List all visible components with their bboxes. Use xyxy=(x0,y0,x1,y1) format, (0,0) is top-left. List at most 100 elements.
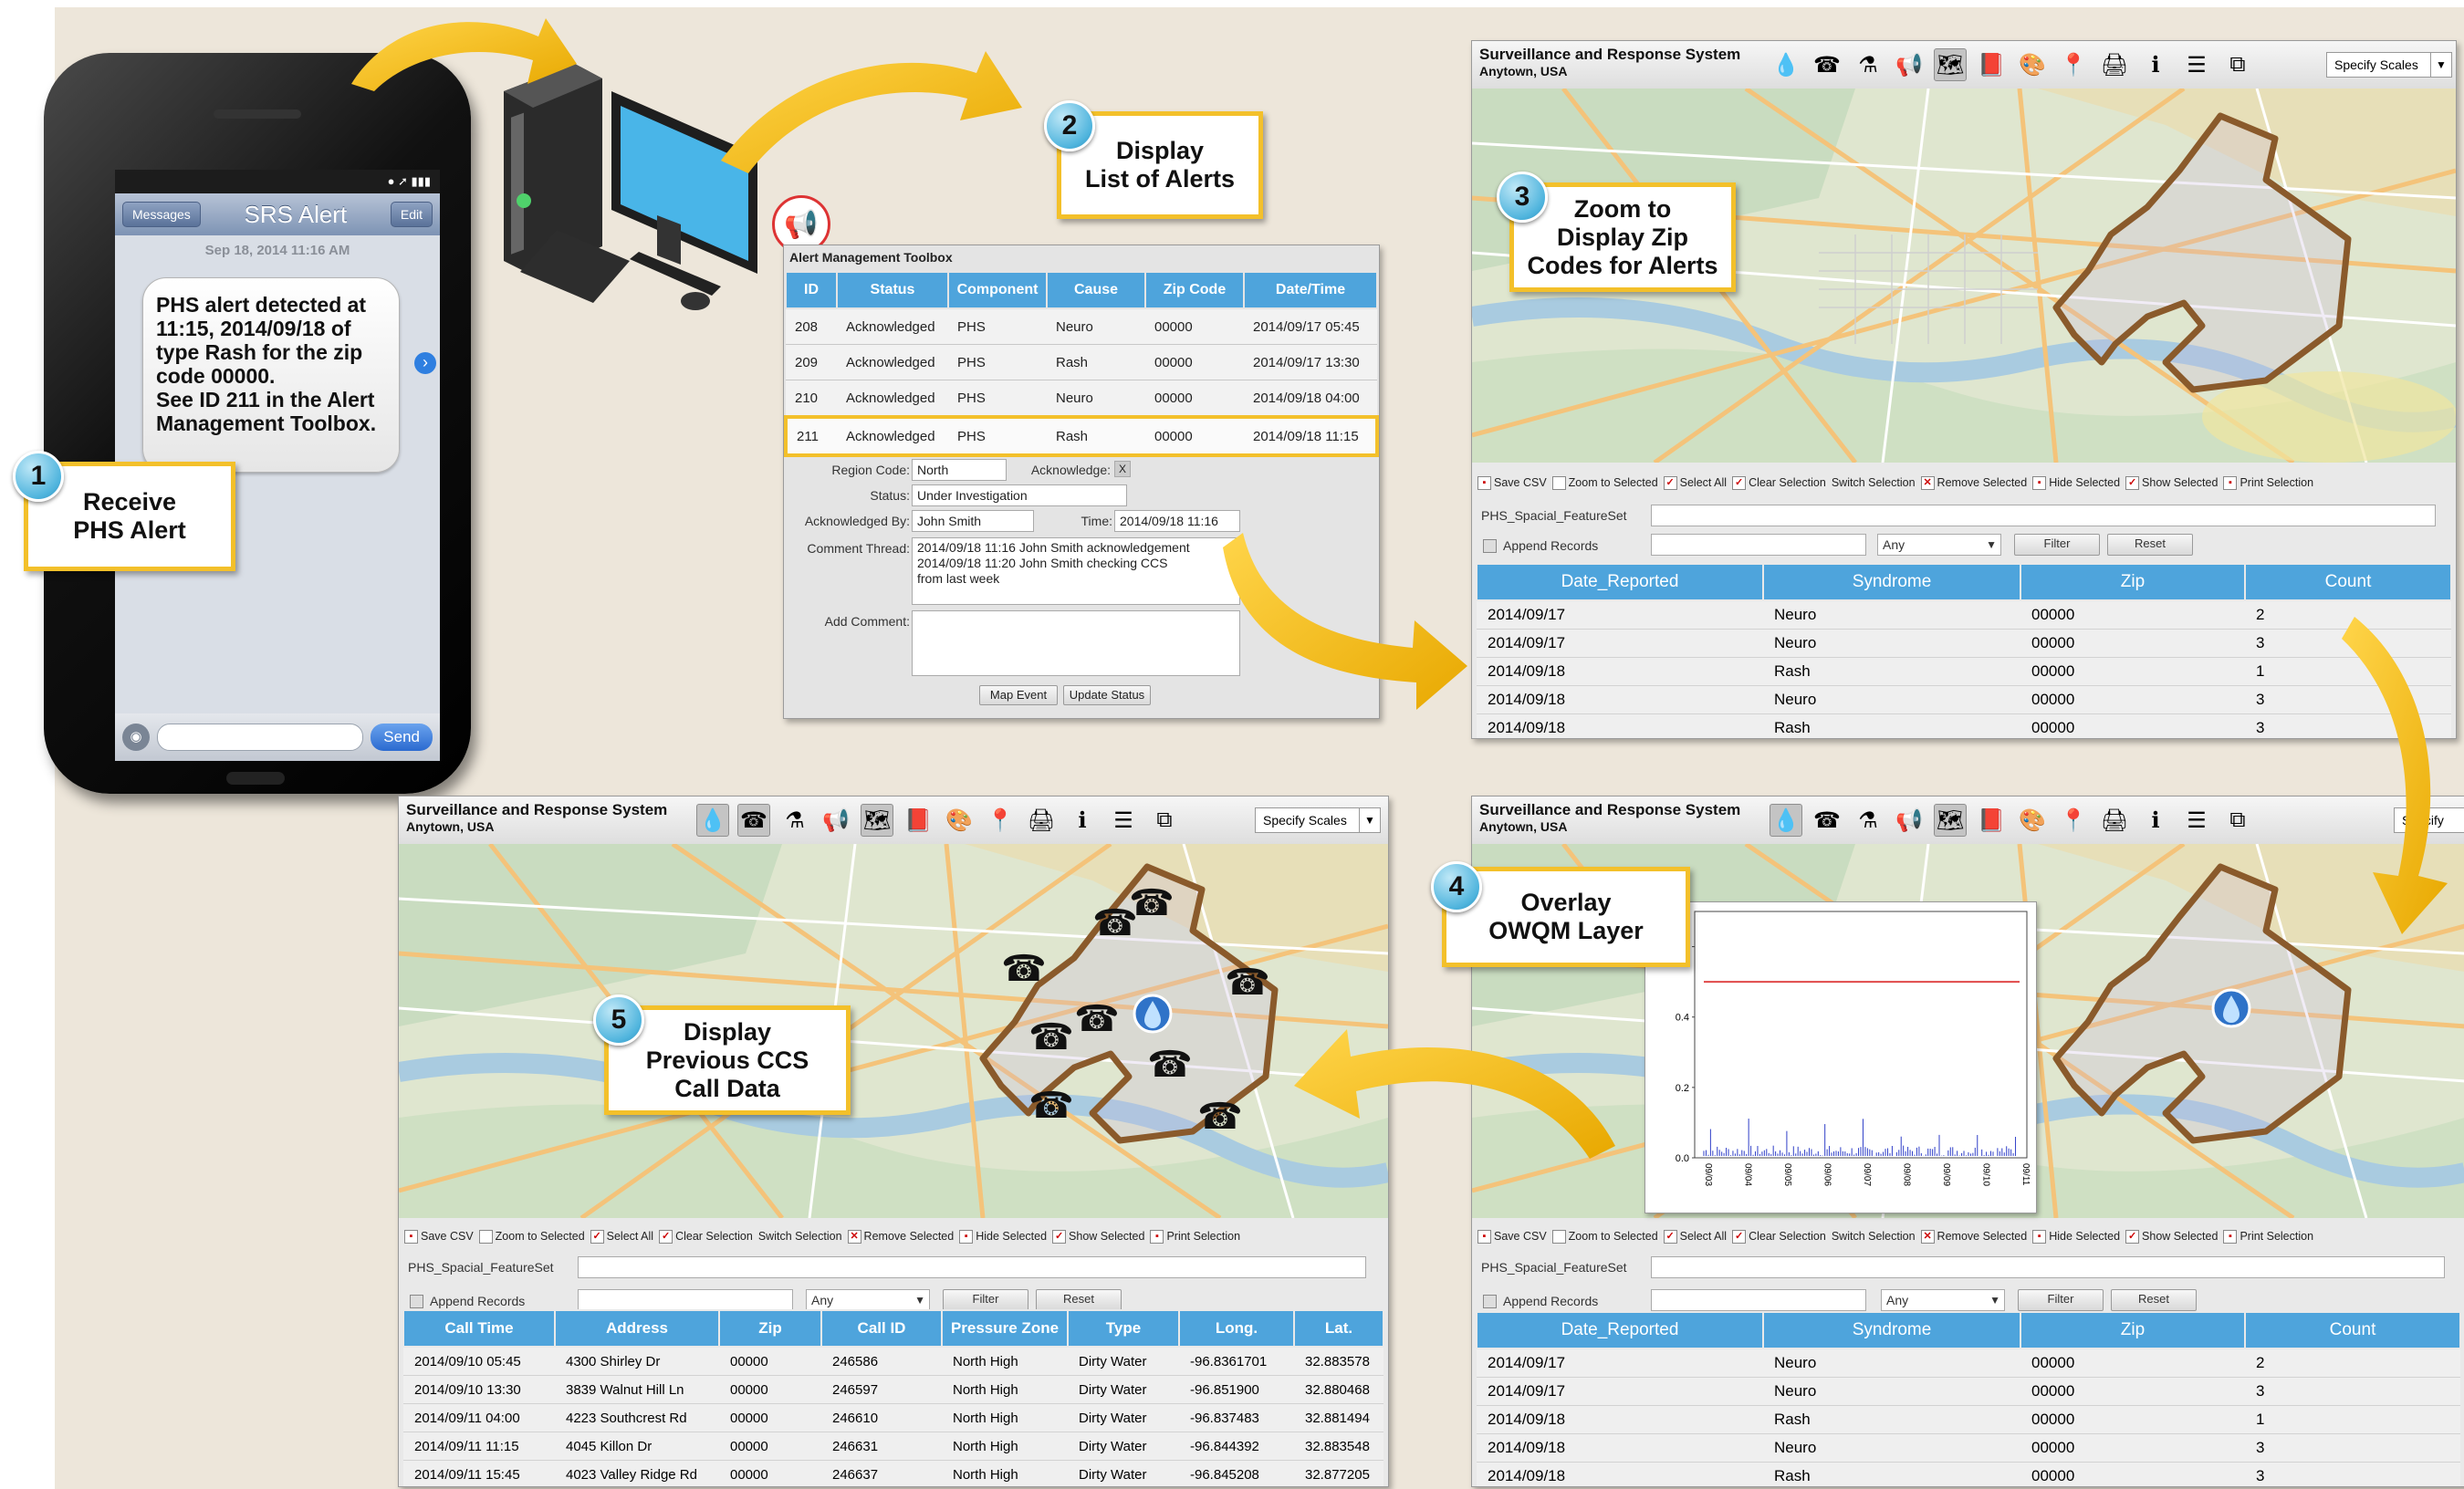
owqm-chart-popup[interactable]: 0.00.20.40.6 09/0309/0409/0509/0609/0709… xyxy=(1644,901,2037,1213)
edit-button[interactable]: Edit xyxy=(390,202,433,227)
print-selection-button[interactable]: ▪ Print Selection xyxy=(2223,475,2313,490)
col-call-id[interactable]: Call ID xyxy=(820,1309,943,1348)
water-drop-icon[interactable]: 💧 xyxy=(1770,48,1802,81)
print-selection-button[interactable]: ▪ Print Selection xyxy=(2223,1229,2313,1244)
specify-scales-select[interactable]: Specify xyxy=(2394,807,2464,833)
telephone-marker-icon[interactable]: ☎ xyxy=(1028,1016,1074,1058)
send-button[interactable]: Send xyxy=(371,724,433,751)
book-icon[interactable]: 📕 xyxy=(1975,48,2008,81)
update-status-button[interactable]: Update Status xyxy=(1063,685,1151,705)
featureset-field[interactable] xyxy=(1651,505,2436,526)
col-cause[interactable]: Cause xyxy=(1046,271,1146,309)
map-layer-icon[interactable]: 🗺 xyxy=(1934,48,1967,81)
table-row[interactable]: 2014/09/11 15:45 4023 Valley Ridge Rd 0000… xyxy=(403,1460,1383,1486)
palette-icon[interactable]: 🎨 xyxy=(943,804,976,837)
info-icon[interactable]: ℹ xyxy=(1066,804,1099,837)
col-zip[interactable]: Zip xyxy=(718,1309,822,1348)
show-selected-button[interactable]: ✓ Show Selected xyxy=(2125,475,2218,490)
table-row[interactable]: 2014/09/18 Rash 00000 1 xyxy=(1477,657,2451,686)
print-selection-button[interactable]: ▪ Print Selection xyxy=(1150,1229,1240,1244)
switch-selection-button[interactable]: Switch Selection xyxy=(758,1230,842,1243)
switch-selection-button[interactable]: Switch Selection xyxy=(1832,476,1916,489)
telephone-icon[interactable]: ☎ xyxy=(1811,48,1843,81)
book-icon[interactable]: 📕 xyxy=(902,804,934,837)
append-records-checkbox[interactable] xyxy=(1483,539,1497,553)
col-zip[interactable]: Zip xyxy=(2020,1311,2246,1349)
col-syndrome[interactable]: Syndrome xyxy=(1762,1311,2021,1349)
flask-icon[interactable]: ⚗ xyxy=(1852,48,1885,81)
reset-button[interactable]: Reset xyxy=(2111,1289,2197,1311)
col-zip[interactable]: Zip Code xyxy=(1144,271,1245,309)
filter-button[interactable]: Filter xyxy=(2018,1289,2104,1311)
save-csv-button[interactable]: ▪ Save CSV xyxy=(1477,1229,1547,1244)
col-address[interactable]: Address xyxy=(554,1309,720,1348)
col-status[interactable]: Status xyxy=(836,271,949,309)
palette-icon[interactable]: 🎨 xyxy=(2016,48,2049,81)
table-row[interactable]: 2014/09/18 Neuro 00000 3 xyxy=(1477,1433,2460,1463)
remove-selected-button[interactable]: ✕ Remove Selected xyxy=(847,1229,954,1244)
filter-text-field[interactable] xyxy=(578,1289,793,1311)
any-select[interactable]: Any ▼ xyxy=(806,1289,930,1311)
water-drop-icon[interactable]: 💧 xyxy=(1770,804,1802,837)
zoom-to-selected-button[interactable]: Zoom to Selected xyxy=(478,1229,585,1244)
megaphone-icon[interactable]: 📢 xyxy=(820,804,852,837)
col-date-reported[interactable]: Date_Reported xyxy=(1476,1311,1764,1349)
remove-selected-button[interactable]: ✕ Remove Selected xyxy=(1920,475,2027,490)
telephone-marker-icon[interactable]: ☎ xyxy=(1074,998,1120,1040)
col-count[interactable]: Count xyxy=(2244,1311,2461,1349)
col-long[interactable]: Long. xyxy=(1178,1309,1295,1348)
telephone-icon[interactable]: ☎ xyxy=(737,804,770,837)
table-row[interactable]: 2014/09/11 11:15 4045 Killon Dr 00000 24663… xyxy=(403,1432,1383,1461)
water-drop-marker-icon[interactable] xyxy=(1133,994,1173,1034)
table-row[interactable]: 2014/09/17 Neuro 00000 3 xyxy=(1477,1377,2460,1406)
table-row[interactable]: 208 Acknowledged PHS Neuro 00000 2014/09/17 0… xyxy=(786,308,1377,345)
col-type[interactable]: Type xyxy=(1067,1309,1180,1348)
telephone-marker-icon[interactable]: ☎ xyxy=(1197,1096,1243,1138)
filter-text-field[interactable] xyxy=(1651,534,1866,556)
clear-selection-button[interactable]: ✓ Clear Selection xyxy=(1732,475,1826,490)
switch-selection-button[interactable]: Switch Selection xyxy=(1832,1230,1916,1243)
clear-selection-button[interactable]: ✓ Clear Selection xyxy=(659,1229,753,1244)
megaphone-icon[interactable]: 📢 xyxy=(1893,804,1926,837)
printer-icon[interactable]: 🖨 xyxy=(2098,48,2131,81)
map-event-button[interactable]: Map Event xyxy=(979,685,1058,705)
palette-icon[interactable]: 🎨 xyxy=(2016,804,2049,837)
table-row[interactable]: 2014/09/10 05:45 4300 Shirley Dr 00000 2465… xyxy=(403,1347,1383,1376)
col-component[interactable]: Component xyxy=(947,271,1048,309)
telephone-marker-icon[interactable]: ☎ xyxy=(1028,1085,1074,1127)
megaphone-icon[interactable]: 📢 xyxy=(1893,48,1926,81)
filter-button[interactable]: Filter xyxy=(2014,534,2100,556)
any-select[interactable]: Any ▼ xyxy=(1877,534,2001,556)
col-call-time[interactable]: Call Time xyxy=(402,1309,556,1348)
messages-back-button[interactable]: Messages xyxy=(122,202,201,227)
acknowledged-by-field[interactable]: John Smith xyxy=(912,510,1034,532)
show-selected-button[interactable]: ✓ Show Selected xyxy=(2125,1229,2218,1244)
col-date-reported[interactable]: Date_Reported xyxy=(1476,563,1764,601)
table-row[interactable]: 2014/09/11 04:00 4223 Southcrest Rd 00000 2… xyxy=(403,1403,1383,1432)
layers-icon[interactable]: ⧉ xyxy=(2221,804,2254,837)
layers-icon[interactable]: ⧉ xyxy=(1148,804,1181,837)
specify-scales-select[interactable]: Specify Scales ▼ xyxy=(2326,52,2452,78)
clear-selection-button[interactable]: ✓ Clear Selection xyxy=(1732,1229,1826,1244)
append-records-checkbox[interactable] xyxy=(410,1295,423,1308)
acknowledge-checkbox[interactable]: X xyxy=(1114,461,1131,477)
zoom-to-selected-button[interactable]: Zoom to Selected xyxy=(1551,1229,1658,1244)
select-all-button[interactable]: ✓ Select All xyxy=(1663,475,1727,490)
table-row[interactable]: 2014/09/17 Neuro 00000 2 xyxy=(1477,600,2451,630)
pin-icon[interactable]: 📍 xyxy=(2057,48,2090,81)
table-row[interactable]: 2014/09/10 13:30 3839 Walnut Hill Ln 00000… xyxy=(403,1375,1383,1404)
book-icon[interactable]: 📕 xyxy=(1975,804,2008,837)
col-pressure-zone[interactable]: Pressure Zone xyxy=(941,1309,1069,1348)
printer-icon[interactable]: 🖨 xyxy=(2098,804,2131,837)
remove-selected-button[interactable]: ✕ Remove Selected xyxy=(1920,1229,2027,1244)
list-icon[interactable]: ☰ xyxy=(2180,804,2213,837)
append-records-checkbox[interactable] xyxy=(1483,1295,1497,1308)
list-icon[interactable]: ☰ xyxy=(1107,804,1140,837)
table-row[interactable]: 210 Acknowledged PHS Neuro 00000 2014/09/18 0… xyxy=(786,380,1377,418)
reset-button[interactable]: Reset xyxy=(2107,534,2193,556)
show-selected-button[interactable]: ✓ Show Selected xyxy=(1052,1229,1144,1244)
flask-icon[interactable]: ⚗ xyxy=(778,804,811,837)
zoom-to-selected-button[interactable]: Zoom to Selected xyxy=(1551,475,1658,490)
table-row[interactable]: 2014/09/18 Rash 00000 1 xyxy=(1477,1405,2460,1434)
table-row[interactable]: 2014/09/17 Neuro 00000 2 xyxy=(1477,1348,2460,1378)
